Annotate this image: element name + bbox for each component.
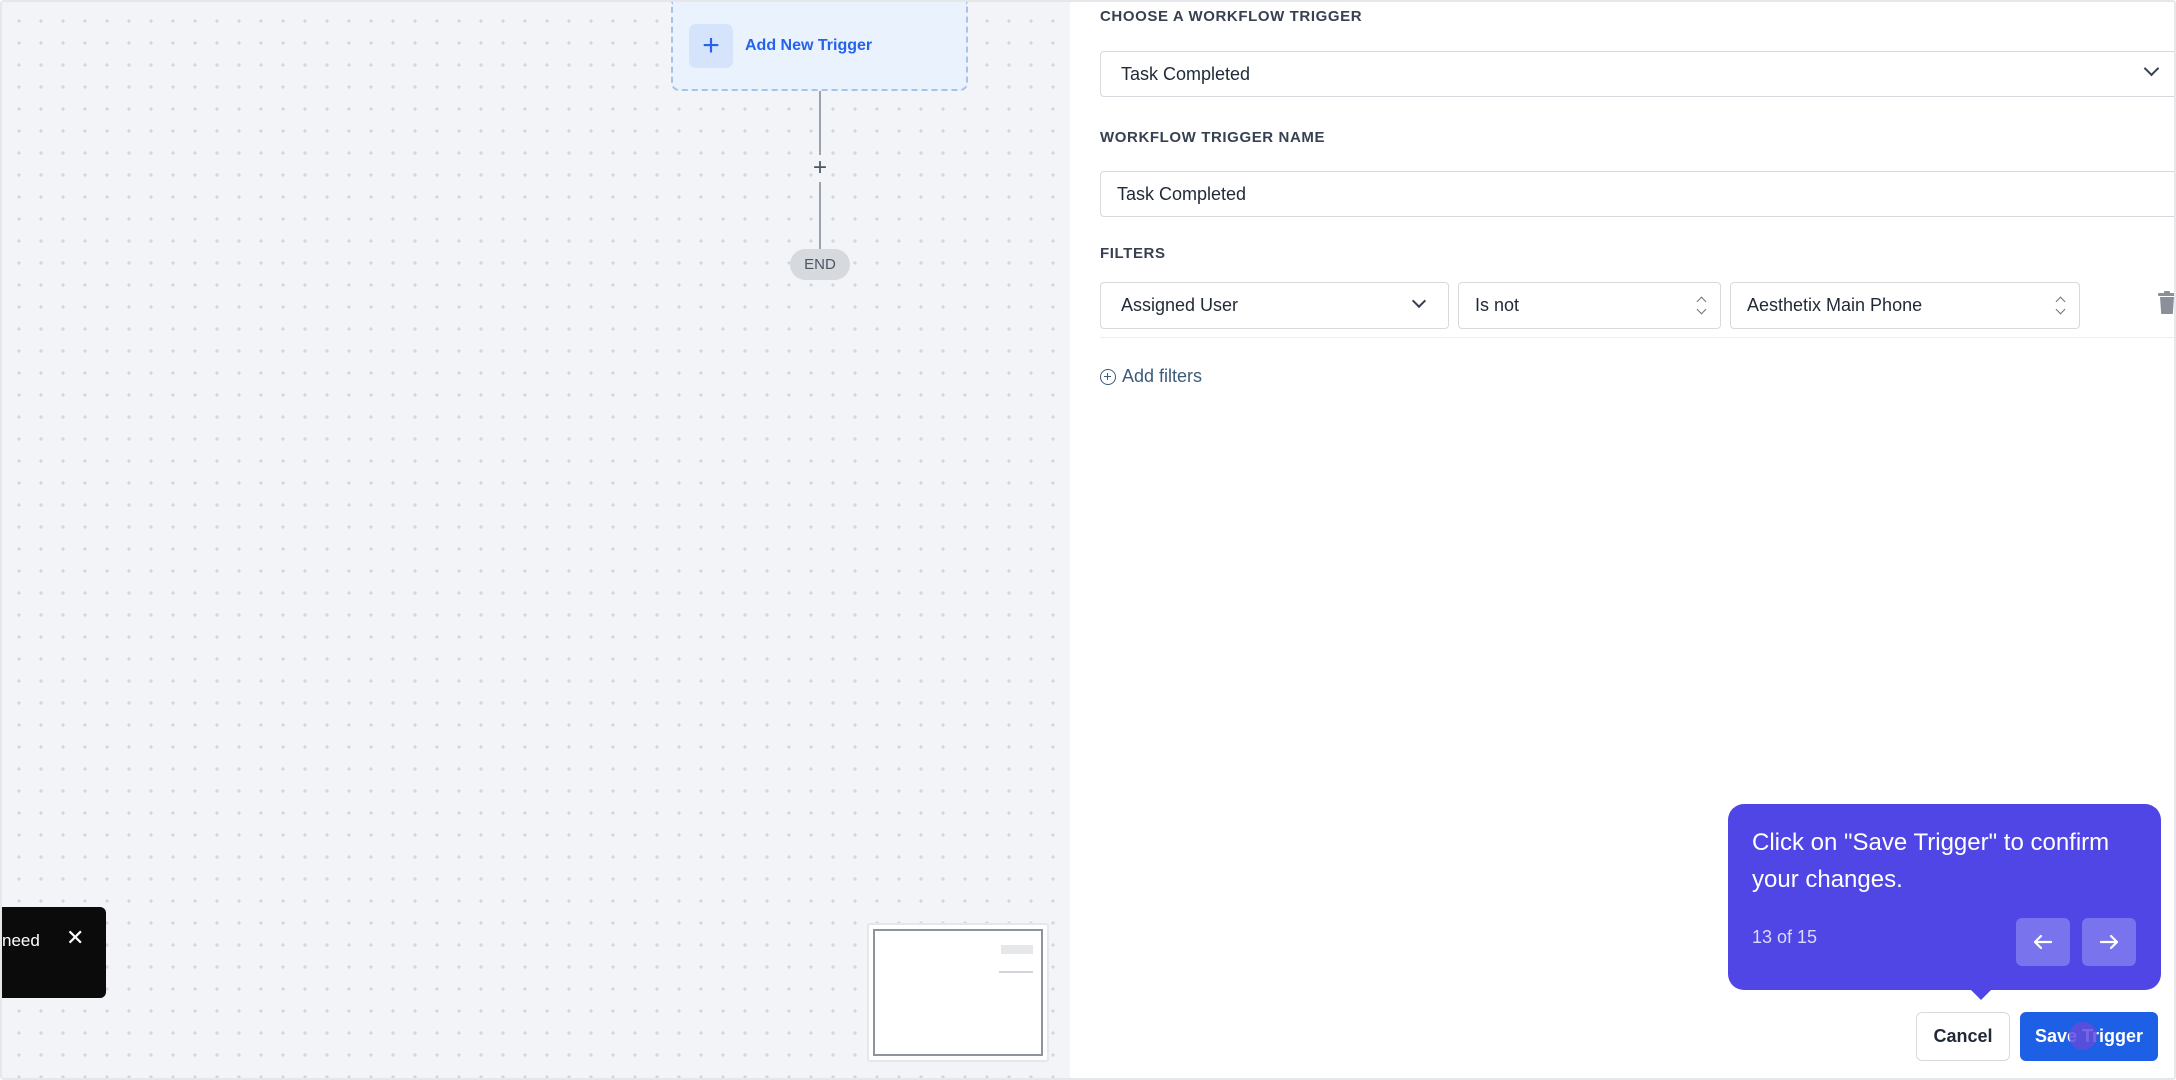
filter-operator-value: Is not	[1475, 295, 1520, 315]
guide-text: Click on "Save Trigger" to confirm your …	[1752, 829, 2110, 893]
filter-row: Assigned User Is not Aesthetix Main Phon…	[1100, 282, 2176, 338]
minimap-node	[1001, 945, 1033, 954]
filter-value-value: Aesthetix Main Phone	[1747, 295, 1923, 315]
guide-step-counter: 13 of 15	[1752, 927, 1818, 947]
add-filters-button[interactable]: Add filters	[1100, 366, 1202, 387]
cancel-button[interactable]: Cancel	[1916, 1012, 2010, 1061]
trigger-name-input[interactable]: Task Completed	[1100, 171, 2174, 217]
filter-field-select[interactable]: Assigned User	[1100, 282, 1449, 329]
trigger-section-label: CHOOSE A WORKFLOW TRIGGER	[1100, 8, 1363, 25]
add-new-trigger-label: Add New Trigger	[745, 36, 873, 54]
arrow-left-icon	[2033, 934, 2053, 950]
add-step-button[interactable]: +	[807, 154, 833, 182]
toast-notification: need ✕	[2, 907, 106, 998]
trigger-select[interactable]: Task Completed	[1100, 51, 2174, 97]
add-filters-label: Add filters	[1122, 366, 1203, 386]
add-new-trigger-node[interactable]: + Add New Trigger	[671, 2, 968, 91]
name-section-label: WORKFLOW TRIGGER NAME	[1100, 129, 1326, 146]
filter-field-value: Assigned User	[1121, 295, 1239, 315]
guide-popover: Click on "Save Trigger" to confirm your …	[1728, 804, 2161, 1000]
plus-icon: +	[689, 23, 733, 68]
minimap[interactable]	[867, 923, 1049, 1062]
connector-line	[819, 91, 821, 155]
filter-operator-select[interactable]: Is not	[1458, 282, 1721, 329]
minimap-node	[999, 971, 1033, 973]
filters-section-label: FILTERS	[1100, 245, 1166, 262]
guide-prev-button[interactable]	[2016, 918, 2070, 966]
close-icon[interactable]: ✕	[66, 925, 84, 951]
trigger-select-value: Task Completed	[1121, 63, 1251, 84]
filter-value-select[interactable]: Aesthetix Main Phone	[1730, 282, 2080, 329]
chevron-updown-icon	[1696, 295, 1706, 317]
connector-line	[819, 182, 821, 250]
minimap-viewport	[873, 929, 1043, 1056]
chevron-updown-icon	[2055, 295, 2065, 317]
arrow-right-icon	[2099, 934, 2119, 950]
divider	[1100, 337, 2174, 338]
workflow-canvas[interactable]: + Add New Trigger + END need ✕	[2, 2, 1070, 1078]
toast-text: need	[2, 931, 40, 950]
click-indicator	[2069, 1022, 2097, 1050]
end-node: END	[790, 249, 850, 280]
chevron-down-icon	[2143, 60, 2160, 77]
plus-circle-icon	[1100, 368, 1116, 385]
trigger-name-value: Task Completed	[1117, 183, 1247, 204]
chevron-down-icon	[1411, 293, 1427, 309]
trash-icon[interactable]	[2157, 291, 2176, 315]
workflow-builder: + Add New Trigger + END need ✕ CHOOSE A …	[0, 0, 2176, 1080]
guide-next-button[interactable]	[2082, 918, 2136, 966]
